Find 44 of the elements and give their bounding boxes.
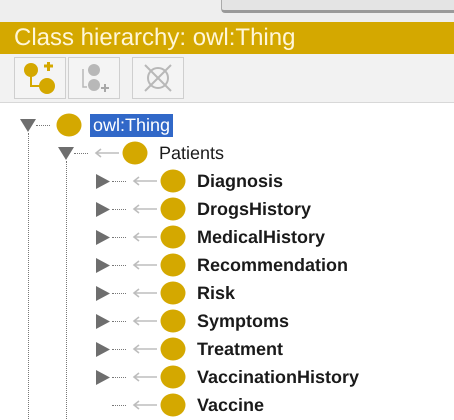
class-label[interactable]: Risk: [194, 282, 238, 304]
class-label[interactable]: owl:Thing: [90, 114, 174, 136]
class-icon: [160, 169, 186, 193]
collapsed-toggle-icon[interactable]: [96, 230, 110, 244]
subclass-arrow-icon: [94, 148, 120, 158]
expanded-toggle-icon[interactable]: [20, 118, 36, 132]
add-subclass-icon: [23, 61, 57, 95]
class-icon: [122, 141, 148, 165]
class-label[interactable]: Vaccine: [194, 394, 268, 416]
subclass-arrow-icon: [132, 232, 158, 242]
class-label[interactable]: MedicalHistory: [194, 226, 328, 248]
class-icon: [160, 197, 186, 221]
collapsed-toggle-icon[interactable]: [96, 202, 110, 216]
class-icon: [160, 225, 186, 249]
class-icon: [56, 113, 82, 137]
subclass-arrow-icon: [132, 204, 158, 214]
subclass-arrow-icon: [132, 372, 158, 382]
collapsed-toggle-icon[interactable]: [96, 258, 110, 272]
class-icon: [160, 309, 186, 333]
class-icon: [160, 281, 186, 305]
class-icon: [160, 393, 186, 417]
subclass-arrow-icon: [132, 260, 158, 270]
class-icon: [160, 337, 186, 361]
expanded-toggle-icon[interactable]: [58, 146, 74, 160]
collapsed-toggle-icon[interactable]: [96, 314, 110, 328]
class-icon: [160, 365, 186, 389]
collapsed-toggle-icon[interactable]: [96, 286, 110, 300]
collapsed-toggle-icon[interactable]: [96, 370, 110, 384]
subclass-arrow-icon: [132, 176, 158, 186]
class-label[interactable]: Recommendation: [194, 254, 352, 276]
subclass-arrow-icon: [132, 316, 158, 326]
class-label[interactable]: Diagnosis: [194, 170, 286, 192]
class-label[interactable]: DrogsHistory: [194, 198, 314, 220]
subclass-arrow-icon: [132, 344, 158, 354]
class-label[interactable]: Patients: [156, 142, 228, 164]
collapsed-toggle-icon[interactable]: [96, 174, 110, 188]
collapsed-toggle-icon[interactable]: [96, 342, 110, 356]
class-label[interactable]: VaccinationHistory: [194, 366, 362, 388]
subclass-arrow-icon: [132, 288, 158, 298]
panel-title: Class hierarchy: owl:Thing: [14, 24, 296, 52]
class-icon: [160, 253, 186, 277]
subclass-arrow-icon: [132, 400, 158, 410]
class-label[interactable]: Symptoms: [194, 310, 292, 332]
class-label[interactable]: Treatment: [194, 338, 286, 360]
